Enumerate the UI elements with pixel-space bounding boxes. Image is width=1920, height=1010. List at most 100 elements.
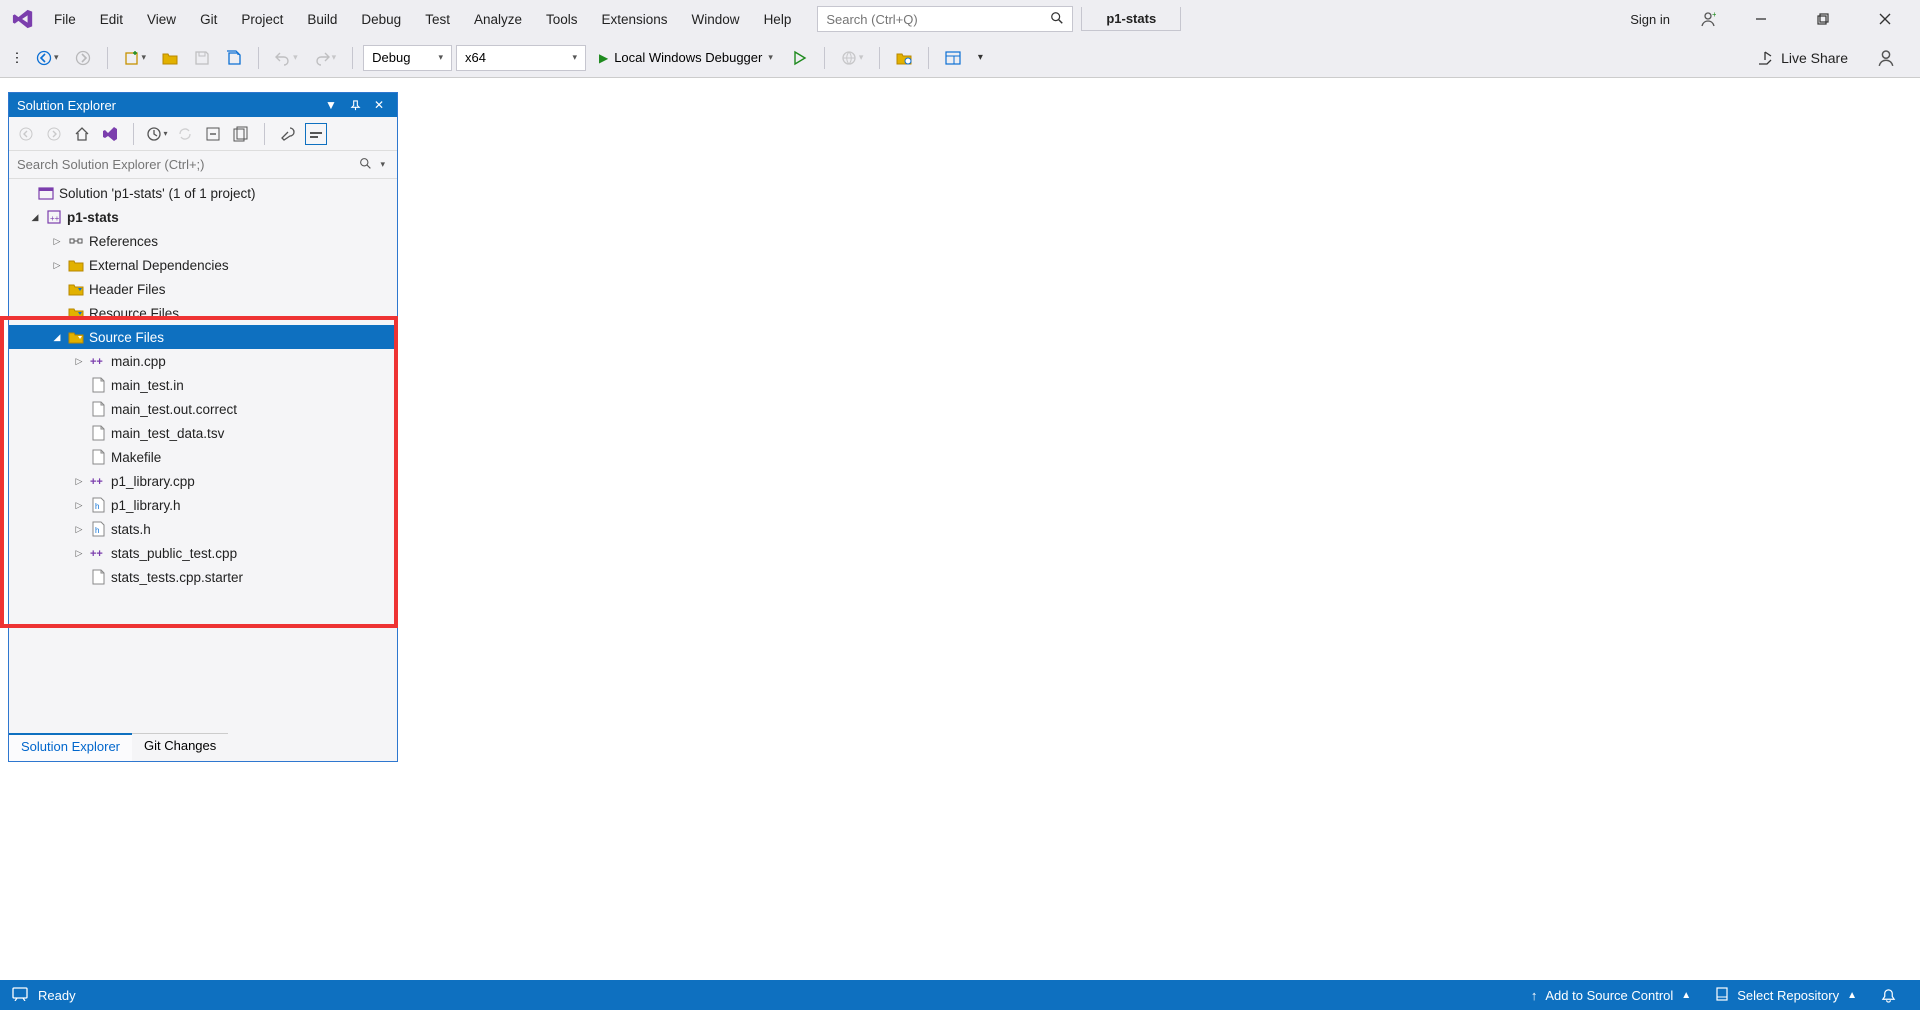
start-debugging-button[interactable]: ▶ Local Windows Debugger ▾ [590,44,782,72]
expander-icon[interactable] [27,212,43,223]
save-all-button[interactable] [220,45,248,71]
toolbar-overflow-icon[interactable]: ▾ [971,45,989,71]
se-home-button[interactable] [71,123,93,145]
sign-in-link[interactable]: Sign in [1624,8,1676,31]
quick-launch-search[interactable] [817,6,1073,32]
solution-explorer-title: Solution Explorer [17,98,116,113]
se-show-all-files-button[interactable] [230,123,252,145]
solution-explorer-search-input[interactable] [17,157,355,172]
nav-forward-button[interactable] [69,45,97,71]
tree-file-node[interactable]: hstats.h [9,517,397,541]
tree-project-node[interactable]: ++ p1-stats [9,205,397,229]
config-combo[interactable]: Debug ▾ [363,45,452,71]
tree-solution-node[interactable]: Solution 'p1-stats' (1 of 1 project) [9,181,397,205]
platform-combo[interactable]: x64 ▾ [456,45,586,71]
expander-icon[interactable] [71,476,87,487]
tree-file-node[interactable]: ++p1_library.cpp [9,469,397,493]
open-file-button[interactable] [156,45,184,71]
menu-view[interactable]: View [135,6,188,33]
tree-file-node[interactable]: hp1_library.h [9,493,397,517]
expander-icon[interactable] [71,356,87,367]
quick-launch-input[interactable] [826,12,1050,27]
window-minimize-button[interactable] [1740,7,1782,31]
expander-icon[interactable] [71,500,87,511]
menu-window[interactable]: Window [680,6,752,33]
tree-file-node[interactable]: ++main.cpp [9,349,397,373]
solution-name-box[interactable]: p1-stats [1081,7,1181,31]
menu-test[interactable]: Test [413,6,462,33]
expander-icon[interactable] [49,332,65,343]
tree-file-node[interactable]: ++stats_public_test.cpp [9,541,397,565]
chevron-down-icon[interactable]: ▾ [376,159,389,170]
save-button[interactable] [188,45,216,71]
menu-git[interactable]: Git [188,6,229,33]
window-layout-button[interactable] [939,45,967,71]
workspace: Solution Explorer ▼ ✕ ▾ [0,78,1920,980]
solution-explorer-titlebar[interactable]: Solution Explorer ▼ ✕ [9,93,397,117]
toolbar-grip-icon[interactable]: ⋮ [8,45,26,71]
live-share-button[interactable]: Live Share [1757,50,1848,66]
menu-project[interactable]: Project [229,6,295,33]
menu-debug[interactable]: Debug [349,6,413,33]
undo-button[interactable]: ▾ [269,45,304,71]
se-properties-button[interactable] [277,123,299,145]
panel-dropdown-icon[interactable]: ▼ [321,95,341,115]
tree-file-label: main.cpp [111,354,166,369]
status-output-icon[interactable] [12,987,28,1004]
expander-icon[interactable] [49,260,65,271]
se-forward-button[interactable] [43,123,65,145]
tree-resource-files-node[interactable]: Resource Files [9,301,397,325]
tab-solution-explorer[interactable]: Solution Explorer [9,733,132,761]
window-close-button[interactable] [1864,7,1906,31]
tree-file-node[interactable]: Makefile [9,445,397,469]
file-icon [89,448,107,466]
find-in-files-button[interactable] [890,45,918,71]
tab-git-changes[interactable]: Git Changes [132,733,228,761]
tree-external-deps-node[interactable]: External Dependencies [9,253,397,277]
panel-close-icon[interactable]: ✕ [369,95,389,115]
panel-pin-icon[interactable] [345,95,365,115]
menu-help[interactable]: Help [752,6,804,33]
svg-text:++: ++ [90,476,103,488]
folder-filter-icon [67,280,85,298]
expander-icon[interactable] [71,548,87,559]
start-without-debugging-button[interactable] [786,45,814,71]
menu-extensions[interactable]: Extensions [590,6,680,33]
tree-file-node[interactable]: main_test.in [9,373,397,397]
tree-file-node[interactable]: main_test.out.correct [9,397,397,421]
solution-tree[interactable]: Solution 'p1-stats' (1 of 1 project) ++ … [9,179,397,733]
se-back-button[interactable] [15,123,37,145]
window-maximize-button[interactable] [1802,7,1844,31]
se-pending-changes-filter-button[interactable]: ▾ [146,123,168,145]
se-switch-views-button[interactable] [99,123,121,145]
menu-edit[interactable]: Edit [88,6,135,33]
tree-references-node[interactable]: References [9,229,397,253]
new-project-button[interactable]: ▾ [118,45,153,71]
tree-source-files-node[interactable]: Source Files [9,325,397,349]
status-select-repository[interactable]: Select Repository ▲ [1703,987,1869,1004]
tree-file-label: stats_tests.cpp.starter [111,570,243,585]
menu-build[interactable]: Build [295,6,349,33]
menu-tools[interactable]: Tools [534,6,590,33]
tree-file-label: p1_library.h [111,498,181,513]
status-add-source-control[interactable]: ↑ Add to Source Control ▲ [1519,988,1703,1003]
tree-file-node[interactable]: stats_tests.cpp.starter [9,565,397,589]
menu-file[interactable]: File [42,6,88,33]
nav-back-button[interactable]: ▾ [30,45,65,71]
se-sync-button[interactable] [174,123,196,145]
references-icon [67,232,85,250]
solution-explorer-search[interactable]: ▾ [9,151,397,179]
tree-header-files-node[interactable]: Header Files [9,277,397,301]
status-notifications-button[interactable] [1869,988,1908,1003]
se-collapse-all-button[interactable] [202,123,224,145]
browser-link-button[interactable]: ▾ [835,45,870,71]
redo-button[interactable]: ▾ [308,45,343,71]
expander-icon[interactable] [49,236,65,247]
tree-file-node[interactable]: main_test_data.tsv [9,421,397,445]
feedback-icon[interactable] [1874,46,1898,70]
expander-icon[interactable] [71,524,87,535]
se-preview-selected-button[interactable] [305,123,327,145]
tree-file-label: Makefile [111,450,161,465]
menu-analyze[interactable]: Analyze [462,6,534,33]
account-icon[interactable]: + [1696,7,1720,31]
